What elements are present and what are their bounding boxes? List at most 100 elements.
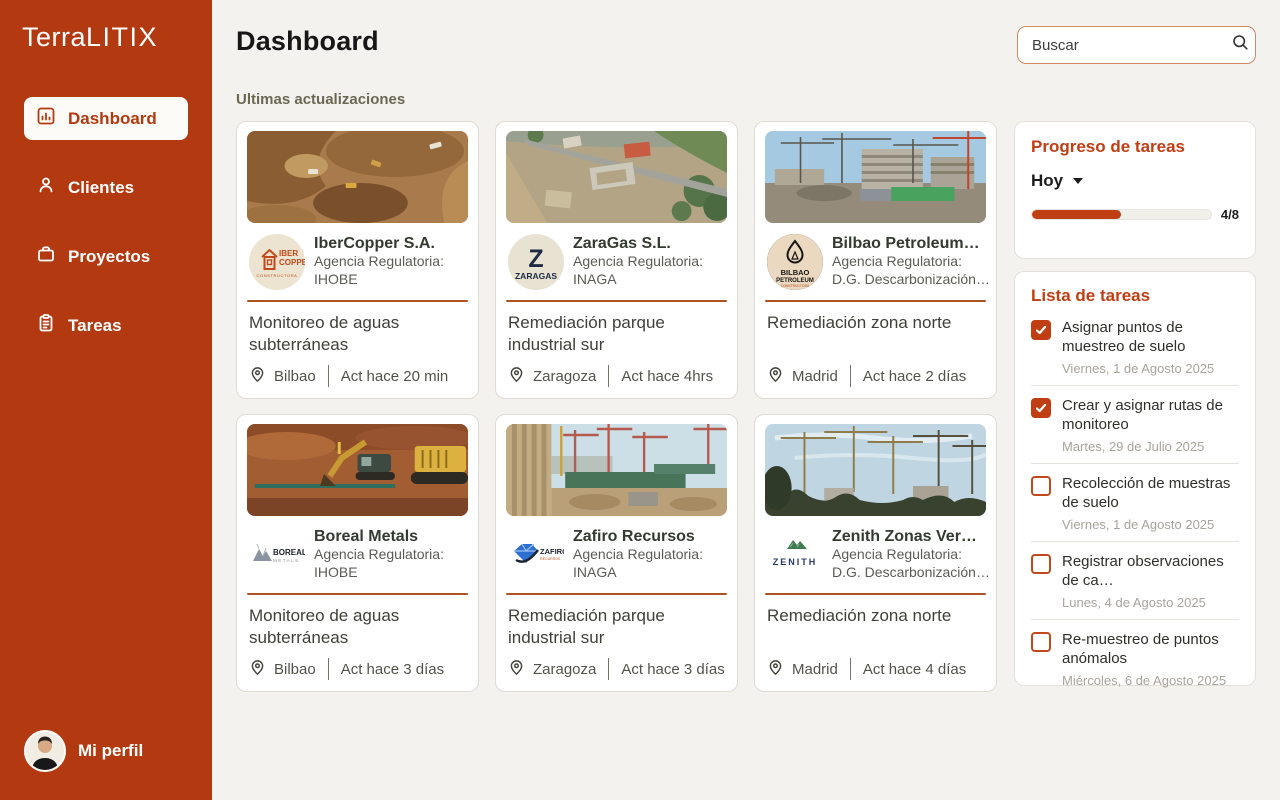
task-label: Recolección de muestras de suelo bbox=[1062, 474, 1239, 512]
card-divider bbox=[765, 593, 986, 595]
company-name: Boreal Metals bbox=[314, 528, 444, 546]
task-label: Registrar observaciones de ca… bbox=[1062, 552, 1239, 590]
ibercopper-logo: IBER COPPER CONSTRUCTORA bbox=[249, 234, 305, 290]
task-checkbox[interactable] bbox=[1031, 632, 1051, 652]
task-checkbox[interactable] bbox=[1031, 320, 1051, 340]
zafiro-logo: ZAFIRO RECURSOS bbox=[508, 527, 564, 583]
card-divider bbox=[247, 593, 468, 595]
svg-text:CONSTRUCTORA: CONSTRUCTORA bbox=[781, 284, 810, 288]
updated: Act hace 2 días bbox=[863, 368, 966, 385]
project-card-zenith[interactable]: ZENITH Zenith Zonas Ver… Agencia Regulat… bbox=[754, 414, 997, 692]
location-pin-icon bbox=[508, 659, 525, 680]
sidebar-item-proyectos[interactable]: Proyectos bbox=[24, 235, 188, 278]
sidebar-item-dashboard[interactable]: Dashboard bbox=[24, 97, 188, 140]
zenith-logo: ZENITH bbox=[767, 527, 823, 583]
task-label: Re-muestreo de puntos anómalos bbox=[1062, 630, 1239, 668]
profile-button[interactable]: Mi perfil bbox=[0, 730, 212, 800]
task-date: Lunes, 4 de Agosto 2025 bbox=[1062, 595, 1239, 610]
right-column: Progreso de tareas Hoy 4/8 Lista de tare… bbox=[1014, 121, 1256, 692]
updated: Act hace 3 días bbox=[341, 661, 444, 678]
agency: Agencia Regulatoria: D.G. Descarbonizaci… bbox=[832, 546, 984, 582]
card-meta: Bilbao Act hace 20 min bbox=[247, 365, 468, 389]
site-photo-cranes-urban bbox=[506, 424, 727, 516]
chevron-down-icon bbox=[1073, 178, 1083, 184]
svg-text:COPPER: COPPER bbox=[279, 258, 305, 267]
briefcase-icon bbox=[36, 244, 56, 269]
avatar bbox=[24, 730, 66, 772]
company-name: Bilbao Petroleum… bbox=[832, 235, 984, 253]
svg-text:ZENITH: ZENITH bbox=[773, 557, 818, 567]
site-photo-city-cranes bbox=[765, 131, 986, 223]
location-pin-icon bbox=[249, 366, 266, 387]
location: Madrid bbox=[792, 368, 838, 385]
project-name: Remediación zona norte bbox=[765, 312, 986, 334]
card-meta: Bilbao Act hace 3 días bbox=[247, 658, 468, 682]
project-card-boreal-metals[interactable]: BOREAL METALS Boreal Metals Agencia Regu… bbox=[236, 414, 479, 692]
card-divider bbox=[765, 300, 986, 302]
dashboard-icon bbox=[36, 106, 56, 131]
sidebar-item-clientes[interactable]: Clientes bbox=[24, 166, 188, 209]
meta-divider bbox=[328, 365, 329, 387]
location: Bilbao bbox=[274, 368, 316, 385]
location-pin-icon bbox=[767, 659, 784, 680]
search-icon[interactable] bbox=[1231, 33, 1250, 57]
project-card-bilbao-petroleum[interactable]: BILBAO PETROLEUM CONSTRUCTORA Bilbao Pet… bbox=[754, 121, 997, 399]
task-item: Registrar observaciones de ca… Lunes, 4 … bbox=[1031, 542, 1239, 619]
profile-label: Mi perfil bbox=[78, 741, 143, 761]
topbar: Dashboard bbox=[236, 0, 1256, 64]
project-card-zafiro[interactable]: ZAFIRO RECURSOS Zafiro Recursos Agencia … bbox=[495, 414, 738, 692]
search-input[interactable] bbox=[1032, 37, 1231, 54]
company-name: Zenith Zonas Ver… bbox=[832, 528, 984, 546]
meta-divider bbox=[608, 658, 609, 680]
company-name: IberCopper S.A. bbox=[314, 235, 444, 253]
card-meta: Zaragoza Act hace 4hrs bbox=[506, 365, 727, 389]
task-date: Viernes, 1 de Agosto 2025 bbox=[1062, 517, 1239, 532]
page-title: Dashboard bbox=[236, 26, 379, 57]
project-name: Monitoreo de aguas subterráneas bbox=[247, 605, 468, 649]
location-pin-icon bbox=[249, 659, 266, 680]
meta-divider bbox=[608, 365, 609, 387]
sidebar-item-tareas[interactable]: Tareas bbox=[24, 304, 188, 347]
updates-grid: IBER COPPER CONSTRUCTORA IberCopper S.A.… bbox=[236, 121, 997, 692]
clipboard-icon bbox=[36, 313, 56, 338]
agency: Agencia Regulatoria: IHOBE bbox=[314, 253, 444, 289]
meta-divider bbox=[328, 658, 329, 680]
agency: Agencia Regulatoria: IHOBE bbox=[314, 546, 444, 582]
task-label: Crear y asignar rutas de monitoreo bbox=[1062, 396, 1239, 434]
company-name: ZaraGas S.L. bbox=[573, 235, 703, 253]
updated: Act hace 3 días bbox=[621, 661, 724, 678]
svg-text:Z: Z bbox=[528, 245, 543, 273]
svg-text:BOREAL: BOREAL bbox=[273, 548, 305, 557]
updated: Act hace 4 días bbox=[863, 661, 966, 678]
agency: Agencia Regulatoria: INAGA bbox=[573, 546, 703, 582]
agency: Agencia Regulatoria: INAGA bbox=[573, 253, 703, 289]
person-icon bbox=[36, 175, 56, 200]
date-filter-dropdown[interactable]: Hoy bbox=[1031, 171, 1083, 191]
svg-text:ZAFIRO: ZAFIRO bbox=[540, 547, 564, 556]
location-pin-icon bbox=[767, 366, 784, 387]
progress-panel: Progreso de tareas Hoy 4/8 bbox=[1014, 121, 1256, 259]
svg-text:ZARAGAS: ZARAGAS bbox=[515, 271, 557, 281]
svg-text:BILBAO: BILBAO bbox=[781, 268, 810, 277]
project-name: Remediación parque industrial sur bbox=[506, 312, 727, 356]
task-checkbox[interactable] bbox=[1031, 476, 1051, 496]
task-label: Asignar puntos de muestreo de suelo bbox=[1062, 318, 1239, 356]
project-card-zaragas[interactable]: Z ZARAGAS ZaraGas S.L. Agencia Regulator… bbox=[495, 121, 738, 399]
card-meta: Madrid Act hace 4 días bbox=[765, 658, 986, 682]
section-title: Ultimas actualizaciones bbox=[236, 91, 1256, 108]
site-photo-aerial-construction bbox=[506, 131, 727, 223]
main-content: Dashboard Ultimas actualizaciones bbox=[212, 0, 1280, 800]
location: Zaragoza bbox=[533, 368, 596, 385]
progress-bar bbox=[1031, 209, 1212, 220]
site-photo-mine-aerial bbox=[247, 131, 468, 223]
task-checkbox[interactable] bbox=[1031, 398, 1051, 418]
project-name: Remediación zona norte bbox=[765, 605, 986, 627]
task-checkbox[interactable] bbox=[1031, 554, 1051, 574]
task-item: Asignar puntos de muestreo de suelo Vier… bbox=[1031, 306, 1239, 385]
location-pin-icon bbox=[508, 366, 525, 387]
card-divider bbox=[506, 300, 727, 302]
agency: Agencia Regulatoria: D.G. Descarbonizaci… bbox=[832, 253, 984, 289]
project-card-ibercopper[interactable]: IBER COPPER CONSTRUCTORA IberCopper S.A.… bbox=[236, 121, 479, 399]
progress-fill bbox=[1032, 210, 1121, 219]
svg-text:RECURSOS: RECURSOS bbox=[540, 557, 561, 561]
